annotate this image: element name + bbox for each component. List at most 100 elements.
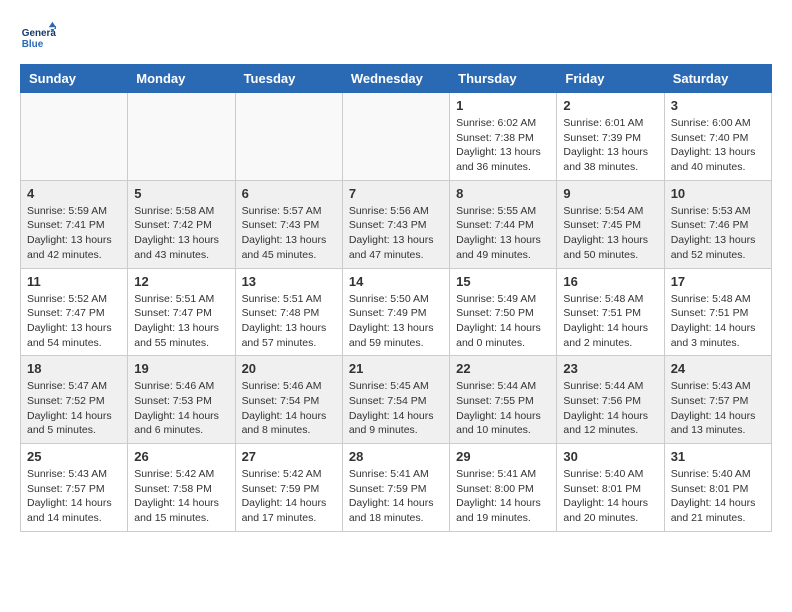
day-number: 18 bbox=[27, 361, 121, 376]
day-info: Sunrise: 5:45 AM Sunset: 7:54 PM Dayligh… bbox=[349, 379, 443, 438]
day-info: Sunrise: 5:55 AM Sunset: 7:44 PM Dayligh… bbox=[456, 204, 550, 263]
day-number: 21 bbox=[349, 361, 443, 376]
day-info: Sunrise: 5:48 AM Sunset: 7:51 PM Dayligh… bbox=[563, 292, 657, 351]
day-info: Sunrise: 5:51 AM Sunset: 7:48 PM Dayligh… bbox=[242, 292, 336, 351]
day-info: Sunrise: 5:43 AM Sunset: 7:57 PM Dayligh… bbox=[27, 467, 121, 526]
day-number: 1 bbox=[456, 98, 550, 113]
day-info: Sunrise: 5:41 AM Sunset: 8:00 PM Dayligh… bbox=[456, 467, 550, 526]
calendar-day-11: 11Sunrise: 5:52 AM Sunset: 7:47 PM Dayli… bbox=[21, 268, 128, 356]
day-info: Sunrise: 5:47 AM Sunset: 7:52 PM Dayligh… bbox=[27, 379, 121, 438]
calendar-day-26: 26 Sunrise: 5:42 AM Sunset: 7:58 PM Dayli… bbox=[128, 444, 235, 532]
calendar-day-14: 14 Sunrise: 5:50 AM Sunset: 7:49 PM Dayli… bbox=[342, 268, 449, 356]
calendar-day-13: 13 Sunrise: 5:51 AM Sunset: 7:48 PM Dayli… bbox=[235, 268, 342, 356]
day-info: Sunrise: 5:52 AM Sunset: 7:47 PM Dayligh… bbox=[27, 292, 121, 351]
calendar-header-row: SundayMondayTuesdayWednesdayThursdayFrid… bbox=[21, 65, 772, 93]
day-info: Sunrise: 5:40 AM Sunset: 8:01 PM Dayligh… bbox=[563, 467, 657, 526]
header-wednesday: Wednesday bbox=[342, 65, 449, 93]
calendar-day-15: 15 Sunrise: 5:49 AM Sunset: 7:50 PM Dayli… bbox=[450, 268, 557, 356]
calendar-day-18: 18 Sunrise: 5:47 AM Sunset: 7:52 PM Dayli… bbox=[21, 356, 128, 444]
day-number: 8 bbox=[456, 186, 550, 201]
day-number: 5 bbox=[134, 186, 228, 201]
svg-text:Blue: Blue bbox=[22, 39, 44, 50]
calendar-day-28: 28Sunrise: 5:41 AM Sunset: 7:59 PM Dayli… bbox=[342, 444, 449, 532]
day-number: 4 bbox=[27, 186, 121, 201]
calendar-day-24: 24 Sunrise: 5:43 AM Sunset: 7:57 PM Dayli… bbox=[664, 356, 771, 444]
header-sunday: Sunday bbox=[21, 65, 128, 93]
day-number: 10 bbox=[671, 186, 765, 201]
day-number: 15 bbox=[456, 274, 550, 289]
day-number: 24 bbox=[671, 361, 765, 376]
calendar-day-7: 7Sunrise: 5:56 AM Sunset: 7:43 PM Daylig… bbox=[342, 180, 449, 268]
day-info: Sunrise: 6:01 AM Sunset: 7:39 PM Dayligh… bbox=[563, 116, 657, 175]
calendar-day-6: 6Sunrise: 5:57 AM Sunset: 7:43 PM Daylig… bbox=[235, 180, 342, 268]
day-info: Sunrise: 5:59 AM Sunset: 7:41 PM Dayligh… bbox=[27, 204, 121, 263]
day-number: 22 bbox=[456, 361, 550, 376]
calendar-day-31: 31 Sunrise: 5:40 AM Sunset: 8:01 PM Dayli… bbox=[664, 444, 771, 532]
header-tuesday: Tuesday bbox=[235, 65, 342, 93]
day-number: 7 bbox=[349, 186, 443, 201]
calendar-day-20: 20Sunrise: 5:46 AM Sunset: 7:54 PM Dayli… bbox=[235, 356, 342, 444]
day-info: Sunrise: 5:46 AM Sunset: 7:53 PM Dayligh… bbox=[134, 379, 228, 438]
day-number: 19 bbox=[134, 361, 228, 376]
day-info: Sunrise: 5:49 AM Sunset: 7:50 PM Dayligh… bbox=[456, 292, 550, 351]
calendar-day-3: 3Sunrise: 6:00 AM Sunset: 7:40 PM Daylig… bbox=[664, 93, 771, 181]
day-number: 13 bbox=[242, 274, 336, 289]
calendar-week-3: 18 Sunrise: 5:47 AM Sunset: 7:52 PM Dayli… bbox=[21, 356, 772, 444]
calendar-day-1: 1Sunrise: 6:02 AM Sunset: 7:38 PM Daylig… bbox=[450, 93, 557, 181]
calendar-day-12: 12 Sunrise: 5:51 AM Sunset: 7:47 PM Dayli… bbox=[128, 268, 235, 356]
calendar-day-17: 17 Sunrise: 5:48 AM Sunset: 7:51 PM Dayli… bbox=[664, 268, 771, 356]
day-info: Sunrise: 5:42 AM Sunset: 7:58 PM Dayligh… bbox=[134, 467, 228, 526]
calendar-day-19: 19 Sunrise: 5:46 AM Sunset: 7:53 PM Dayli… bbox=[128, 356, 235, 444]
calendar-week-4: 25Sunrise: 5:43 AM Sunset: 7:57 PM Dayli… bbox=[21, 444, 772, 532]
day-number: 16 bbox=[563, 274, 657, 289]
logo: General Blue bbox=[20, 20, 60, 56]
calendar-day-23: 23Sunrise: 5:44 AM Sunset: 7:56 PM Dayli… bbox=[557, 356, 664, 444]
day-number: 26 bbox=[134, 449, 228, 464]
logo-icon: General Blue bbox=[20, 20, 56, 56]
calendar-week-2: 11Sunrise: 5:52 AM Sunset: 7:47 PM Dayli… bbox=[21, 268, 772, 356]
calendar-day-9: 9 Sunrise: 5:54 AM Sunset: 7:45 PM Daylig… bbox=[557, 180, 664, 268]
calendar-day-27: 27Sunrise: 5:42 AM Sunset: 7:59 PM Dayli… bbox=[235, 444, 342, 532]
calendar-day-empty bbox=[21, 93, 128, 181]
header-friday: Friday bbox=[557, 65, 664, 93]
calendar-day-29: 29 Sunrise: 5:41 AM Sunset: 8:00 PM Dayli… bbox=[450, 444, 557, 532]
calendar-day-empty bbox=[342, 93, 449, 181]
day-number: 30 bbox=[563, 449, 657, 464]
calendar-day-8: 8 Sunrise: 5:55 AM Sunset: 7:44 PM Daylig… bbox=[450, 180, 557, 268]
calendar-week-1: 4 Sunrise: 5:59 AM Sunset: 7:41 PM Daylig… bbox=[21, 180, 772, 268]
day-number: 12 bbox=[134, 274, 228, 289]
calendar-day-16: 16 Sunrise: 5:48 AM Sunset: 7:51 PM Dayli… bbox=[557, 268, 664, 356]
day-info: Sunrise: 5:50 AM Sunset: 7:49 PM Dayligh… bbox=[349, 292, 443, 351]
calendar-week-0: 1Sunrise: 6:02 AM Sunset: 7:38 PM Daylig… bbox=[21, 93, 772, 181]
calendar-day-21: 21 Sunrise: 5:45 AM Sunset: 7:54 PM Dayli… bbox=[342, 356, 449, 444]
day-info: Sunrise: 5:58 AM Sunset: 7:42 PM Dayligh… bbox=[134, 204, 228, 263]
calendar-day-5: 5 Sunrise: 5:58 AM Sunset: 7:42 PM Daylig… bbox=[128, 180, 235, 268]
day-number: 29 bbox=[456, 449, 550, 464]
page-header: General Blue bbox=[20, 20, 772, 56]
day-info: Sunrise: 5:43 AM Sunset: 7:57 PM Dayligh… bbox=[671, 379, 765, 438]
day-number: 27 bbox=[242, 449, 336, 464]
day-number: 9 bbox=[563, 186, 657, 201]
calendar-day-empty bbox=[128, 93, 235, 181]
day-number: 3 bbox=[671, 98, 765, 113]
day-info: Sunrise: 5:54 AM Sunset: 7:45 PM Dayligh… bbox=[563, 204, 657, 263]
calendar-day-22: 22 Sunrise: 5:44 AM Sunset: 7:55 PM Dayli… bbox=[450, 356, 557, 444]
calendar-day-empty bbox=[235, 93, 342, 181]
day-number: 28 bbox=[349, 449, 443, 464]
day-info: Sunrise: 5:44 AM Sunset: 7:55 PM Dayligh… bbox=[456, 379, 550, 438]
calendar-day-4: 4 Sunrise: 5:59 AM Sunset: 7:41 PM Daylig… bbox=[21, 180, 128, 268]
calendar-day-2: 2 Sunrise: 6:01 AM Sunset: 7:39 PM Daylig… bbox=[557, 93, 664, 181]
day-info: Sunrise: 5:51 AM Sunset: 7:47 PM Dayligh… bbox=[134, 292, 228, 351]
day-info: Sunrise: 5:44 AM Sunset: 7:56 PM Dayligh… bbox=[563, 379, 657, 438]
day-info: Sunrise: 5:53 AM Sunset: 7:46 PM Dayligh… bbox=[671, 204, 765, 263]
calendar-day-10: 10 Sunrise: 5:53 AM Sunset: 7:46 PM Dayli… bbox=[664, 180, 771, 268]
day-number: 31 bbox=[671, 449, 765, 464]
day-info: Sunrise: 5:57 AM Sunset: 7:43 PM Dayligh… bbox=[242, 204, 336, 263]
header-monday: Monday bbox=[128, 65, 235, 93]
calendar-day-30: 30 Sunrise: 5:40 AM Sunset: 8:01 PM Dayli… bbox=[557, 444, 664, 532]
day-info: Sunrise: 5:48 AM Sunset: 7:51 PM Dayligh… bbox=[671, 292, 765, 351]
day-number: 14 bbox=[349, 274, 443, 289]
day-number: 17 bbox=[671, 274, 765, 289]
day-number: 2 bbox=[563, 98, 657, 113]
day-info: Sunrise: 5:40 AM Sunset: 8:01 PM Dayligh… bbox=[671, 467, 765, 526]
